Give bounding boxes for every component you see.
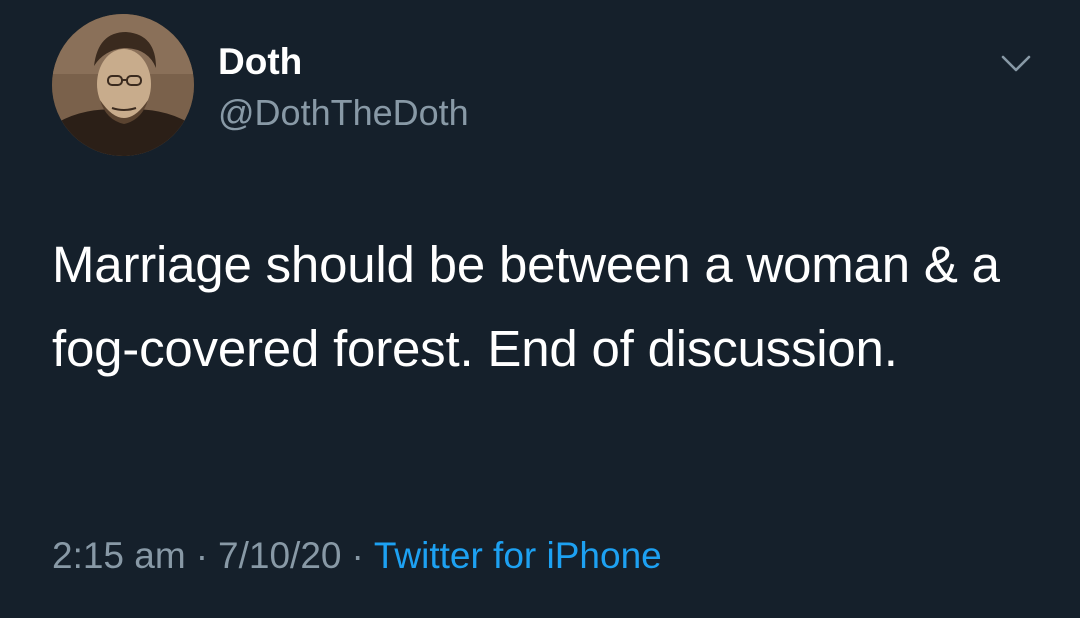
tweet-date[interactable]: 7/10/20 — [218, 535, 341, 576]
tweet-card: Doth @DothTheDoth Marriage should be bet… — [0, 0, 1080, 618]
tweet-text: Marriage should be between a woman & a f… — [52, 236, 1000, 377]
meta-separator: · — [195, 535, 209, 576]
chevron-down-icon[interactable] — [996, 44, 1036, 80]
meta-separator: · — [351, 535, 364, 576]
tweet-source-link[interactable]: Twitter for iPhone — [374, 535, 662, 576]
tweet-time[interactable]: 2:15 am — [52, 535, 186, 576]
display-name[interactable]: Doth — [218, 38, 302, 86]
tweet-meta: 2:15 am · 7/10/20 · Twitter for iPhone — [52, 530, 662, 582]
user-handle[interactable]: @DothTheDoth — [218, 89, 469, 137]
avatar[interactable] — [52, 14, 194, 156]
portrait-avatar-image — [52, 14, 194, 156]
